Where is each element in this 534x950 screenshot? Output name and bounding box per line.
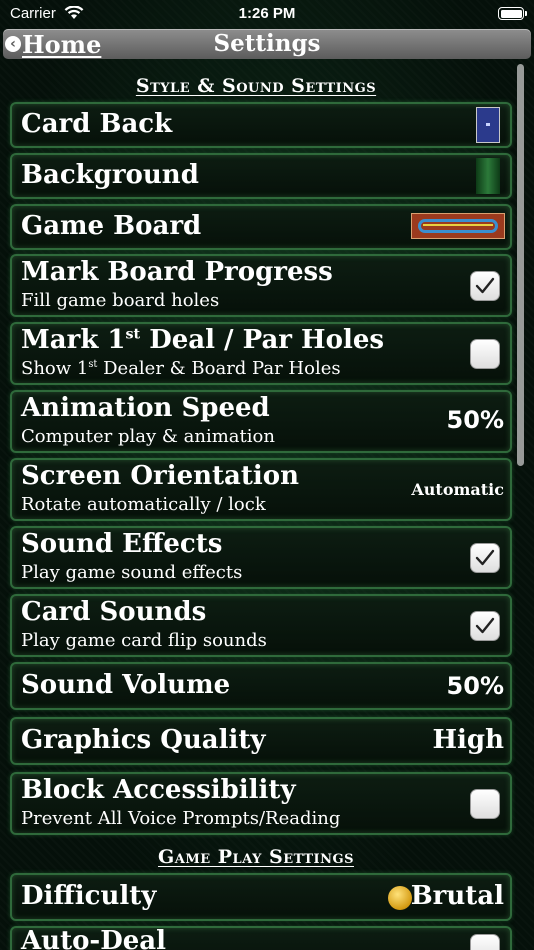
- row-background[interactable]: Background: [10, 153, 512, 199]
- row-block-accessibility[interactable]: Block Accessibility Prevent All Voice Pr…: [10, 772, 512, 835]
- section-header-style-sound: Style & Sound Settings: [135, 75, 377, 97]
- screen-orientation-value: Automatic: [411, 480, 504, 499]
- card-sounds-checkbox[interactable]: [470, 611, 500, 641]
- row-subtitle: Computer play & animation: [21, 426, 275, 447]
- home-back-button[interactable]: ‹ Home: [5, 29, 102, 59]
- row-game-board[interactable]: Game Board: [10, 204, 512, 250]
- row-subtitle: Play game sound effects: [21, 562, 243, 583]
- row-title: Graphics Quality: [21, 725, 266, 755]
- row-mark-board-progress[interactable]: Mark Board Progress Fill game board hole…: [10, 254, 512, 317]
- row-title: Background: [21, 160, 199, 190]
- checkmark-icon: [475, 617, 495, 634]
- row-auto-deal[interactable]: Auto-Deal: [10, 926, 512, 950]
- nav-bar: ‹ Home Settings: [3, 29, 531, 59]
- row-subtitle: Fill game board holes: [21, 290, 220, 311]
- difficulty-value: Brutal: [410, 881, 504, 911]
- row-title: Auto-Deal: [21, 926, 167, 950]
- mark-first-deal-checkbox[interactable]: [470, 339, 500, 369]
- auto-deal-checkbox[interactable]: [470, 934, 500, 950]
- row-title: Sound Effects: [21, 529, 223, 559]
- block-accessibility-checkbox[interactable]: [470, 789, 500, 819]
- row-sound-volume[interactable]: Sound Volume 50%: [10, 662, 512, 710]
- row-subtitle: Rotate automatically / lock: [21, 494, 266, 515]
- background-thumbnail: [476, 158, 500, 194]
- row-subtitle: Show 1st Dealer & Board Par Holes: [21, 358, 341, 379]
- row-title: Mark Board Progress: [21, 257, 333, 287]
- row-title: Card Back: [21, 109, 173, 139]
- row-title: Block Accessibility: [21, 775, 296, 805]
- status-bar: Carrier 1:26 PM: [0, 0, 534, 28]
- row-title: Game Board: [21, 211, 202, 241]
- battery-icon: [498, 7, 527, 20]
- row-difficulty[interactable]: Difficulty Brutal: [10, 873, 512, 921]
- checkmark-icon: [475, 277, 495, 294]
- row-title: Animation Speed: [21, 393, 270, 423]
- status-time: 1:26 PM: [238, 5, 296, 22]
- row-sound-effects[interactable]: Sound Effects Play game sound effects: [10, 526, 512, 589]
- mark-board-checkbox[interactable]: [470, 271, 500, 301]
- scrollbar[interactable]: [517, 64, 524, 466]
- settings-list[interactable]: Style & Sound Settings Card Back Backgro…: [0, 60, 534, 950]
- card-back-thumbnail: [476, 107, 500, 143]
- row-title: Difficulty: [21, 881, 157, 911]
- row-graphics-quality[interactable]: Graphics Quality High: [10, 717, 512, 765]
- row-title: Screen Orientation: [21, 461, 300, 491]
- row-subtitle: Prevent All Voice Prompts/Reading: [21, 808, 341, 829]
- section-header-game-play: Game Play Settings: [158, 846, 354, 868]
- gold-coin-icon: [388, 886, 412, 910]
- row-title: Sound Volume: [21, 670, 231, 700]
- row-mark-first-deal[interactable]: Mark 1st Deal / Par Holes Show 1st Deale…: [10, 322, 512, 385]
- graphics-quality-value: High: [432, 725, 504, 755]
- row-title: Card Sounds: [21, 597, 207, 627]
- animation-speed-value: 50%: [446, 406, 504, 434]
- checkmark-icon: [475, 549, 495, 566]
- row-card-back[interactable]: Card Back: [10, 102, 512, 148]
- row-title: Mark 1st Deal / Par Holes: [21, 325, 385, 355]
- sound-effects-checkbox[interactable]: [470, 543, 500, 573]
- sound-volume-value: 50%: [446, 672, 504, 700]
- row-animation-speed[interactable]: Animation Speed Computer play & animatio…: [10, 390, 512, 453]
- row-screen-orientation[interactable]: Screen Orientation Rotate automatically …: [10, 458, 512, 521]
- row-card-sounds[interactable]: Card Sounds Play game card flip sounds: [10, 594, 512, 657]
- home-label: Home: [22, 29, 102, 59]
- back-arrow-icon: ‹: [5, 36, 21, 52]
- row-subtitle: Play game card flip sounds: [21, 630, 267, 651]
- game-board-thumbnail: [411, 213, 505, 239]
